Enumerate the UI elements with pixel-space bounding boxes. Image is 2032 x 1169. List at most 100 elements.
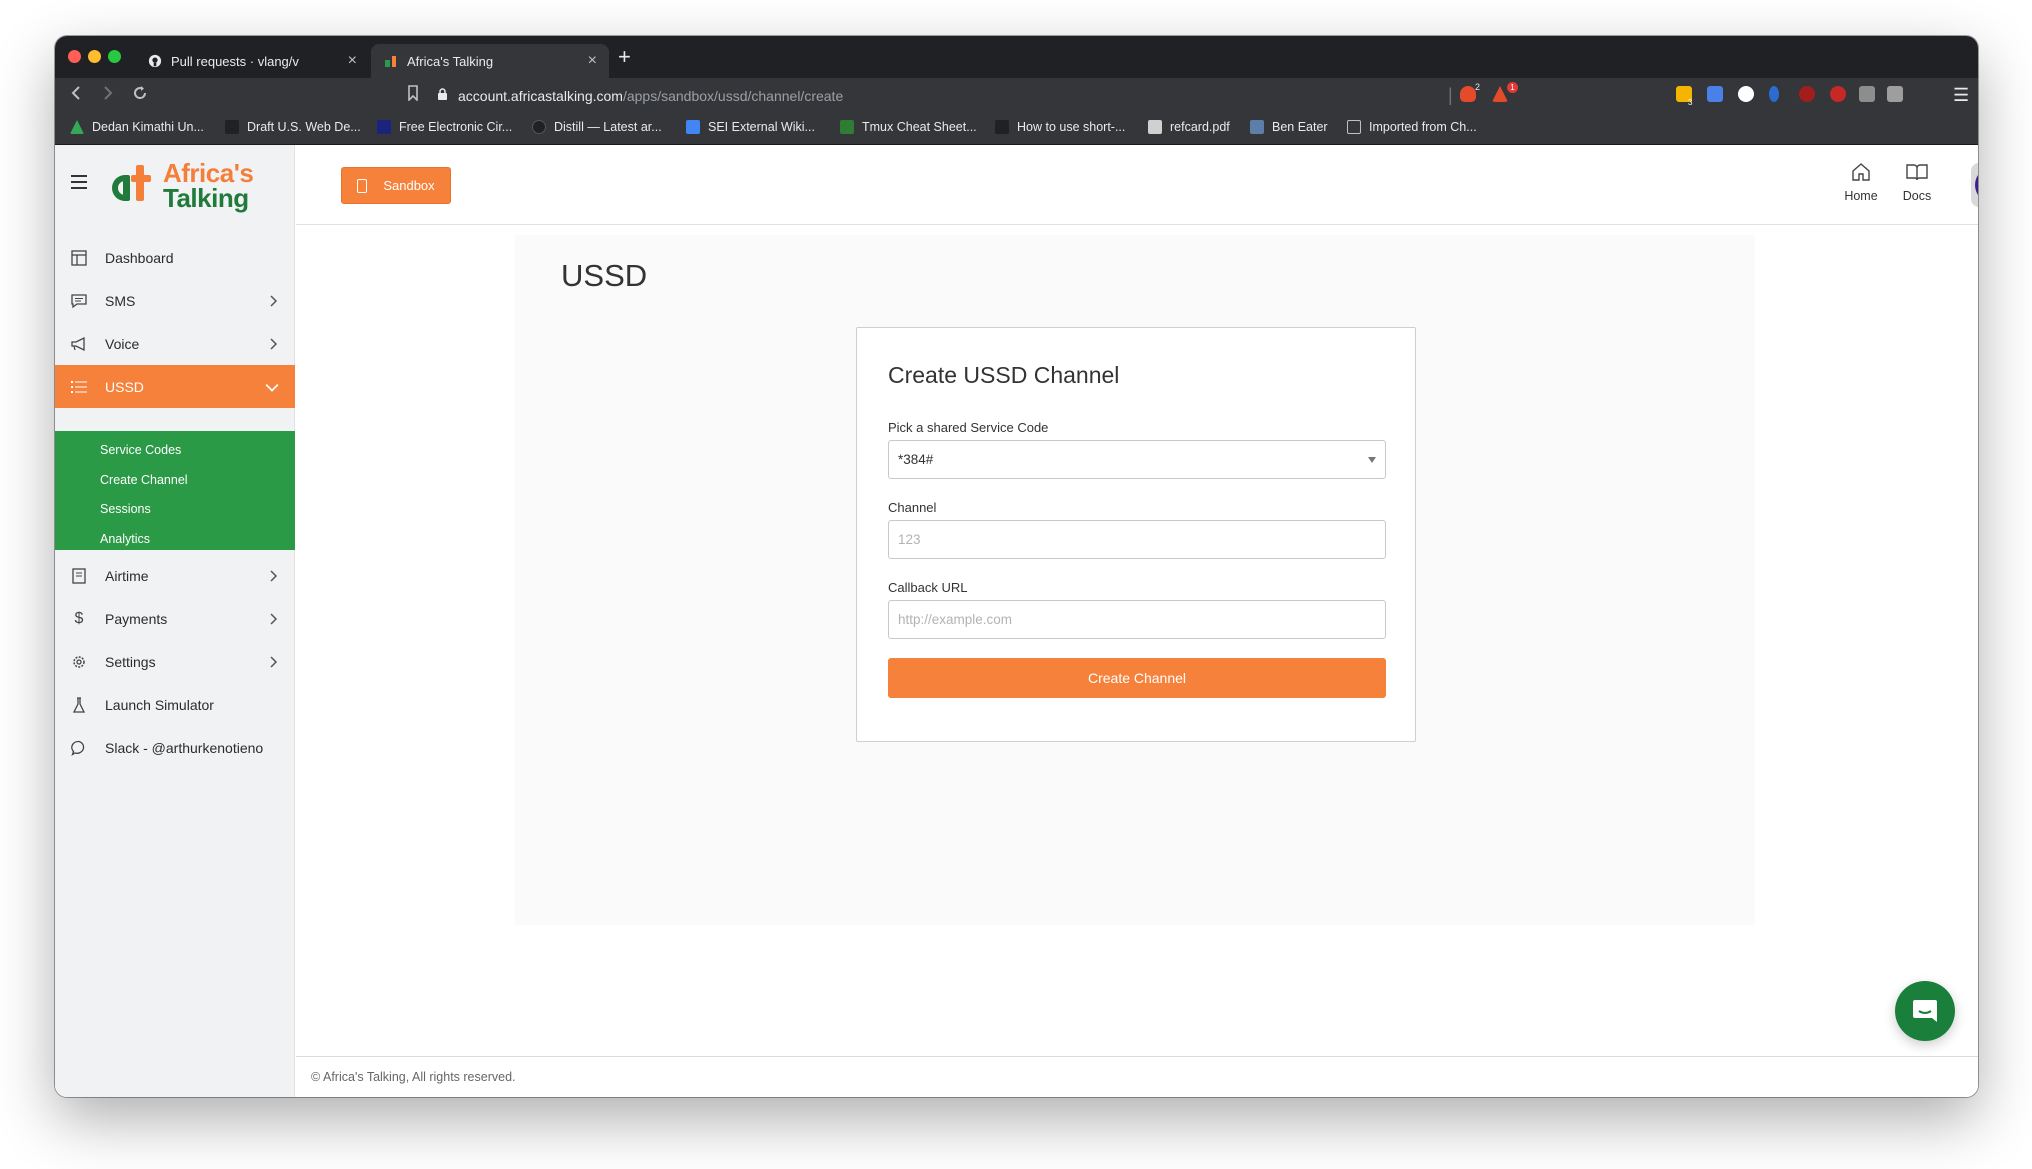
sandbox-button[interactable]: Sandbox <box>341 167 451 204</box>
tmux-icon <box>840 120 854 134</box>
bookmark-item[interactable]: Draft U.S. Web De... <box>225 120 361 134</box>
book-icon <box>377 120 391 134</box>
receipt-icon <box>69 566 89 586</box>
maximize-window-button[interactable] <box>108 50 121 63</box>
chat-widget-button[interactable] <box>1895 981 1955 1041</box>
bookmark-icon[interactable] <box>407 85 419 105</box>
bookmarks-bar: Dedan Kimathi Un... Draft U.S. Web De...… <box>55 113 1978 145</box>
chevron-right-icon <box>270 337 278 350</box>
extension-copy-icon[interactable] <box>1859 86 1875 102</box>
pdf-icon <box>1148 120 1162 134</box>
bookmark-item[interactable]: Dedan Kimathi Un... <box>70 120 204 134</box>
address-bar[interactable]: account.africastalking.com /apps/sandbox… <box>437 82 1550 109</box>
service-code-value: *384# <box>898 452 934 467</box>
sidebar-item-voice[interactable]: Voice <box>55 322 295 365</box>
channel-input[interactable] <box>888 520 1386 559</box>
gear-icon <box>69 652 89 672</box>
sidebar-item-sms[interactable]: SMS <box>55 279 295 322</box>
service-code-label: Pick a shared Service Code <box>888 420 1049 435</box>
bookmark-item[interactable]: Tmux Cheat Sheet... <box>840 120 977 134</box>
bookmark-item[interactable]: How to use short-... <box>995 120 1125 134</box>
ben-eater-icon <box>1250 120 1264 134</box>
megaphone-icon <box>69 334 89 354</box>
sidebar-item-payments[interactable]: $ Payments <box>55 597 295 640</box>
extension-plus-icon[interactable] <box>1830 86 1846 102</box>
chevron-right-icon <box>270 655 278 668</box>
submenu-item-analytics[interactable]: Analytics <box>100 532 150 546</box>
page-icon <box>995 120 1009 134</box>
github-icon <box>147 54 162 69</box>
africastalking-logo-icon[interactable] <box>103 161 159 212</box>
sidebar-item-airtime[interactable]: Airtime <box>55 554 295 597</box>
chat-icon <box>69 738 89 758</box>
tab-title: Pull requests · vlang/v <box>171 53 299 69</box>
folder-icon <box>1347 120 1361 134</box>
brave-badge: 2 <box>1475 82 1481 92</box>
translate-icon[interactable] <box>1707 86 1723 102</box>
bookmark-item[interactable]: Distill — Latest ar... <box>532 120 662 134</box>
footer: © Africa's Talking, All rights reserved. <box>296 1056 1978 1097</box>
tab-title: Africa's Talking <box>407 53 494 69</box>
sandbox-icon <box>357 178 368 193</box>
bookmark-item[interactable]: Free Electronic Cir... <box>377 120 512 134</box>
submenu-item-create-channel[interactable]: Create Channel <box>100 473 188 487</box>
brand-name[interactable]: Africa's Talking <box>163 160 254 211</box>
flask-icon <box>69 695 89 715</box>
drive-icon <box>70 120 84 134</box>
dollar-icon: $ <box>74 609 84 627</box>
browser-toolbar: account.africastalking.com /apps/sandbox… <box>55 78 1978 113</box>
back-icon[interactable] <box>69 85 83 105</box>
brave-shield-icon[interactable] <box>1460 86 1476 102</box>
sidebar-item-launch-simulator[interactable]: Launch Simulator <box>55 683 295 726</box>
new-tab-button[interactable]: + <box>618 46 631 68</box>
service-code-select[interactable]: *384# <box>888 440 1386 479</box>
minimize-window-button[interactable] <box>88 50 101 63</box>
bookmark-item[interactable]: SEI External Wiki... <box>686 120 815 134</box>
docs-link[interactable]: Docs <box>1894 161 1940 203</box>
tab-bar: Pull requests · vlang/v × Africa's Talki… <box>55 36 1978 78</box>
submenu-item-sessions[interactable]: Sessions <box>100 502 151 516</box>
page: Africa's Talking Dashboard SMS Voice USS… <box>55 145 1978 1097</box>
tab-pull-requests[interactable]: Pull requests · vlang/v × <box>135 44 369 78</box>
hamburger-menu-icon[interactable] <box>71 175 87 189</box>
close-tab-icon[interactable]: × <box>348 52 357 70</box>
sidebar-item-settings[interactable]: Settings <box>55 640 295 683</box>
chevron-right-icon <box>270 612 278 625</box>
forward-icon[interactable] <box>101 85 115 105</box>
extension-feather-icon[interactable] <box>1769 86 1779 102</box>
create-channel-button[interactable]: Create Channel <box>888 658 1386 698</box>
avatar[interactable]: <> <box>1971 163 1978 207</box>
submenu-item-service-codes[interactable]: Service Codes <box>100 443 181 457</box>
sidebar-item-ussd[interactable]: USSD <box>55 365 295 408</box>
bookmark-folder[interactable]: Imported from Ch... <box>1347 120 1477 134</box>
message-icon <box>69 291 89 311</box>
url-path: /apps/sandbox/ussd/channel/create <box>622 87 844 104</box>
distill-icon <box>532 120 546 134</box>
callback-url-input[interactable] <box>888 600 1386 639</box>
extension-puzzle-icon[interactable] <box>1887 86 1903 102</box>
card-title: Create USSD Channel <box>888 362 1120 388</box>
channel-label: Channel <box>888 500 937 515</box>
browser-chrome: Pull requests · vlang/v × Africa's Talki… <box>55 36 1978 145</box>
book-open-icon <box>1906 164 1928 181</box>
ussd-submenu: Service Codes Create Channel Sessions An… <box>55 431 295 550</box>
sidebar-item-dashboard[interactable]: Dashboard <box>55 236 295 279</box>
ublock-icon[interactable] <box>1799 86 1815 102</box>
sidebar-item-slack[interactable]: Slack - @arthurkenotieno <box>55 726 295 769</box>
browser-menu-icon[interactable]: ☰ <box>1953 85 1969 105</box>
close-tab-icon[interactable]: × <box>588 52 597 70</box>
extension-circle-icon[interactable] <box>1738 86 1754 102</box>
copyright-text: © Africa's Talking, All rights reserved. <box>311 1070 516 1084</box>
close-window-button[interactable] <box>68 50 81 63</box>
page-title: USSD <box>561 258 648 293</box>
bookmark-item[interactable]: Ben Eater <box>1250 120 1328 134</box>
reload-icon[interactable] <box>132 85 148 105</box>
tab-africas-talking[interactable]: Africa's Talking × <box>371 44 609 78</box>
home-icon <box>1852 163 1870 181</box>
bookmark-item[interactable]: refcard.pdf <box>1148 120 1230 134</box>
page-icon <box>225 120 239 134</box>
avatar-code-icon: <> <box>1975 167 1978 203</box>
home-link[interactable]: Home <box>1838 161 1884 203</box>
chevron-right-icon <box>270 294 278 307</box>
extension-count-badge: 3 <box>1688 98 1693 107</box>
